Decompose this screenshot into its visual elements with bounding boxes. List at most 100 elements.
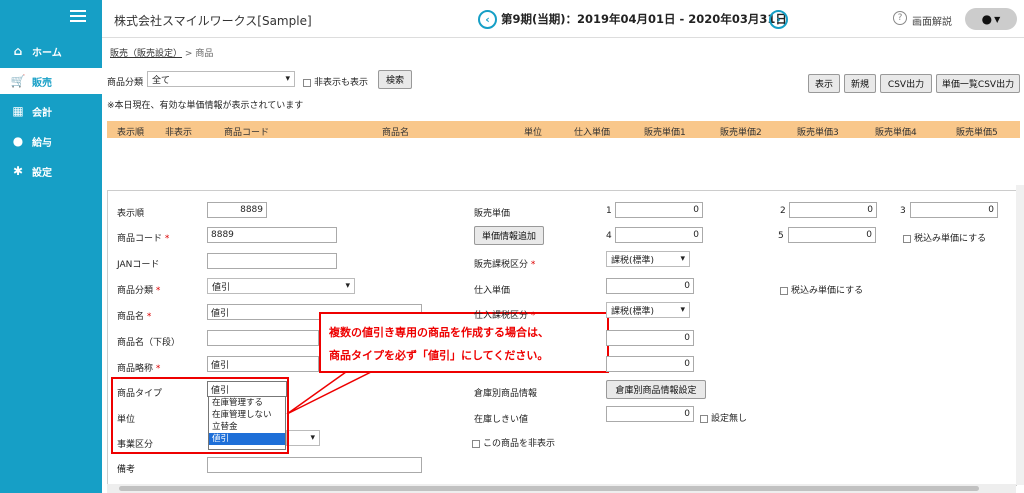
sale-tax-label: 販売課税区分 * [474, 260, 536, 270]
add-price-button[interactable]: 単価情報追加 [474, 226, 544, 245]
checkbox-icon [903, 234, 911, 243]
search-button[interactable]: 検索 [378, 70, 412, 89]
order-input[interactable]: 8889 [207, 202, 267, 218]
code-input[interactable]: 8889 [207, 227, 337, 243]
prev-period-icon[interactable]: ‹ [478, 10, 497, 29]
checkbox-icon [780, 286, 788, 295]
horizontal-scrollbar[interactable] [107, 484, 1016, 493]
gear-icon: ✱ [12, 164, 24, 178]
vertical-scrollbar[interactable] [1016, 185, 1024, 485]
chevron-down-icon: ▾ [680, 305, 685, 315]
checkbox-icon [472, 439, 480, 448]
name2-label: 商品名（下段） [117, 338, 181, 348]
col-hidden: 非表示 [165, 128, 193, 138]
csv-export-button[interactable]: CSV出力 [880, 74, 932, 93]
extra-input-2[interactable]: 0 [606, 356, 694, 372]
scrollbar-thumb[interactable] [119, 486, 979, 491]
purchase-price-label: 仕入単価 [474, 286, 511, 296]
breadcrumb: 販売（販売設定） > 商品 [110, 49, 214, 59]
show-hidden-checkbox[interactable]: 非表示も表示 [303, 75, 368, 88]
user-menu-button[interactable]: ● ▼ [965, 8, 1017, 30]
help-link[interactable]: 画面解説 [912, 13, 952, 28]
annotation-callout: 複数の値引き専用の商品を作成する場合は、 商品タイプを必ず「値引」にしてください。 [319, 312, 609, 373]
price-3-input[interactable]: 0 [910, 202, 998, 218]
col-purchase-price: 仕入単価 [574, 128, 611, 138]
new-button[interactable]: 新規 [844, 74, 876, 93]
sidebar-item-label: 会計 [32, 107, 52, 119]
table-header: 表示順 非表示 商品コード 商品名 単位 仕入単価 販売単価1 販売単価2 販売… [107, 121, 1020, 138]
col-code: 商品コード [224, 128, 270, 138]
category-filter-select[interactable]: 全て ▾ [147, 71, 295, 87]
col-price-3: 販売単価3 [797, 128, 839, 138]
price-4-index: 4 [606, 231, 612, 241]
purchase-tax-included-checkbox[interactable]: 税込み単価にする [780, 283, 863, 296]
price-2-index: 2 [780, 206, 786, 216]
purchase-tax-label: 仕入課税区分 * [474, 311, 536, 321]
highlight-box [111, 377, 289, 454]
tax-included-checkbox[interactable]: 税込み単価にする [903, 231, 986, 244]
checkbox-icon [303, 78, 311, 87]
division-select[interactable]: ▾ [286, 430, 320, 446]
sidebar-item-sales[interactable]: 🛒 販売 [0, 68, 102, 94]
chevron-down-icon: ▾ [285, 74, 290, 84]
category-filter-label: 商品分類 [107, 78, 144, 88]
remarks-input[interactable] [207, 457, 422, 473]
jan-label: JANコード [117, 260, 160, 270]
price-1-index: 1 [606, 206, 612, 216]
chevron-down-icon: ▾ [680, 254, 685, 264]
hide-product-checkbox[interactable]: この商品を非表示 [472, 436, 555, 449]
category-label: 商品分類 * [117, 286, 161, 296]
sale-price-label: 販売単価 [474, 209, 511, 219]
sidebar-item-label: 給与 [32, 137, 52, 149]
price-list-csv-button[interactable]: 単価一覧CSV出力 [936, 74, 1020, 93]
next-period-icon[interactable]: › [769, 10, 788, 29]
purchase-price-input[interactable]: 0 [606, 278, 694, 294]
col-price-5: 販売単価5 [956, 128, 998, 138]
sidebar-item-accounting[interactable]: ▦ 会計 [0, 98, 102, 124]
price-2-input[interactable]: 0 [789, 202, 877, 218]
price-3-index: 3 [900, 206, 906, 216]
breadcrumb-current: 商品 [195, 49, 214, 59]
purchase-tax-select[interactable]: 課税(標準) ▾ [606, 302, 690, 318]
name-label: 商品名 * [117, 312, 152, 322]
sidebar-item-home[interactable]: ⌂ ホーム [0, 38, 102, 64]
note-text: ※本日現在、有効な単価情報が表示されています [107, 101, 304, 111]
hamburger-menu-icon[interactable] [70, 10, 86, 22]
threshold-input[interactable]: 0 [606, 406, 694, 422]
calculator-icon: ▦ [12, 104, 24, 118]
remarks-label: 備考 [117, 465, 136, 475]
sidebar-item-payroll[interactable]: ● 給与 [0, 128, 102, 154]
col-price-4: 販売単価4 [875, 128, 917, 138]
extra-input-1[interactable]: 0 [606, 330, 694, 346]
name2-input[interactable] [207, 330, 319, 346]
sidebar-item-label: 設定 [32, 167, 52, 179]
price-5-input[interactable]: 0 [788, 227, 876, 243]
checkbox-icon [700, 414, 708, 423]
short-name-label: 商品略称 * [117, 364, 161, 374]
category-select[interactable]: 値引 ▾ [207, 278, 355, 294]
col-price-2: 販売単価2 [720, 128, 762, 138]
sidebar-item-settings[interactable]: ✱ 設定 [0, 158, 102, 184]
price-5-index: 5 [778, 231, 784, 241]
col-price-1: 販売単価1 [644, 128, 686, 138]
warehouse-label: 倉庫別商品情報 [474, 389, 538, 399]
price-4-input[interactable]: 0 [615, 227, 703, 243]
col-name: 商品名 [382, 128, 410, 138]
chevron-down-icon: ▼ [994, 14, 1001, 24]
help-icon[interactable]: ? [893, 11, 907, 25]
price-1-input[interactable]: 0 [615, 202, 703, 218]
col-unit: 単位 [524, 128, 543, 138]
money-bag-icon: ● [12, 134, 24, 148]
sale-tax-select[interactable]: 課税(標準) ▾ [606, 251, 690, 267]
breadcrumb-link-sales[interactable]: 販売（販売設定） [110, 49, 182, 59]
jan-input[interactable] [207, 253, 337, 269]
show-button[interactable]: 表示 [808, 74, 840, 93]
warehouse-settings-button[interactable]: 倉庫別商品情報設定 [606, 380, 706, 399]
no-setting-checkbox[interactable]: 設定無し [700, 411, 747, 424]
threshold-label: 在庫しきい値 [474, 415, 529, 425]
user-icon: ● [981, 12, 993, 26]
home-icon: ⌂ [13, 44, 23, 58]
code-label: 商品コード * [117, 234, 170, 244]
top-bar: 株式会社スマイルワークス[Sample] ‹ 第9期(当期)：2019年04月0… [102, 0, 1024, 38]
sidebar: ⌂ ホーム 🛒 販売 ▦ 会計 ● 給与 ✱ 設定 [0, 0, 102, 493]
